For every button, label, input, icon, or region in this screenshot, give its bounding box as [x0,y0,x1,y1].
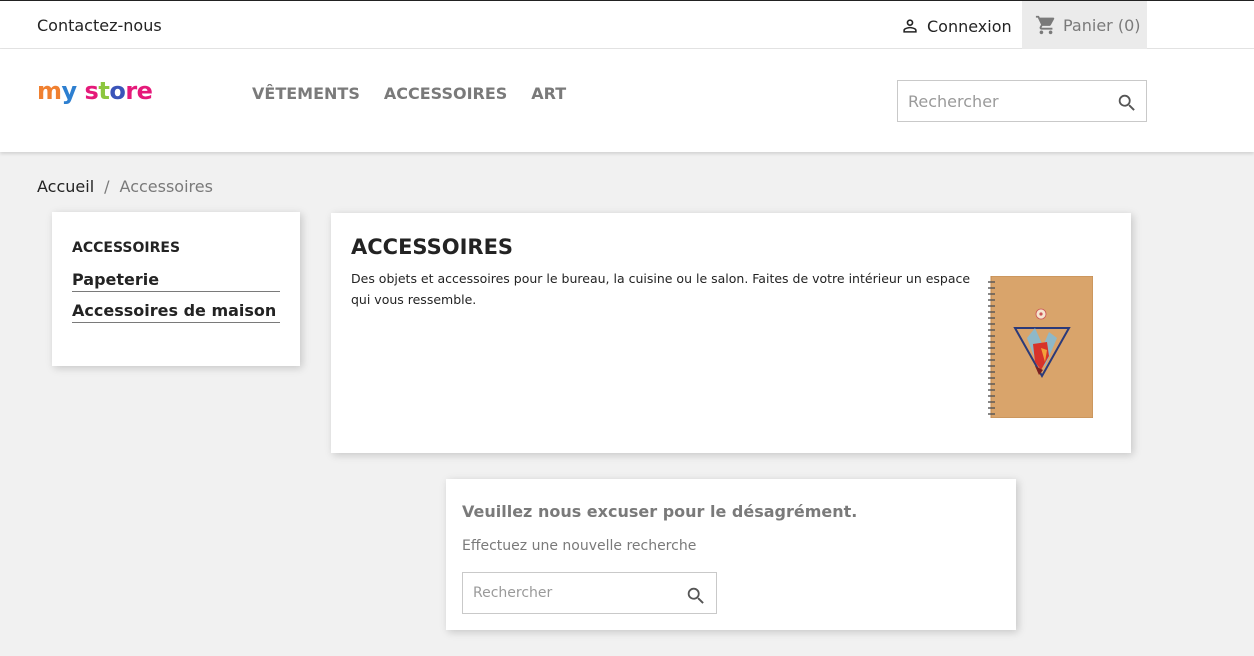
search-icon[interactable] [1116,92,1138,114]
store-logo[interactable]: my store [37,79,153,103]
breadcrumb: Accueil / Accessoires [37,177,213,196]
breadcrumb-separator: / [104,177,110,196]
search-icon[interactable] [685,585,707,607]
sidebar-title[interactable]: ACCESSOIRES [72,240,280,256]
no-results-search [462,572,717,614]
no-results-text: Effectuez une nouvelle recherche [462,538,697,554]
cart-label: Panier (0) [1063,15,1141,35]
breadcrumb-current: Accessoires [119,177,213,196]
menu-item-accessoires[interactable]: ACCESSOIRES [384,84,507,103]
category-title: ACCESSOIRES [351,235,514,259]
contact-link[interactable]: Contactez-nous [37,16,162,35]
sidebar-item-papeterie[interactable]: Papeterie [72,270,280,292]
breadcrumb-home[interactable]: Accueil [37,177,94,196]
search-input[interactable] [908,92,1108,111]
no-results-search-input[interactable] [473,585,673,601]
login-label: Connexion [927,16,1012,36]
category-image [988,276,1093,418]
person-icon [903,19,917,33]
menu-item-vetements[interactable]: VÊTEMENTS [252,84,360,103]
header-search [897,80,1147,122]
login-link[interactable]: Connexion [900,14,1012,38]
cart-button[interactable]: Panier (0) [1022,1,1147,49]
no-results-heading: Veuillez nous excuser pour le désagrémen… [462,502,858,521]
category-sidebar: ACCESSOIRES Papeterie Accessoires de mai… [52,212,300,366]
category-description: Des objets et accessoires pour le bureau… [351,271,971,307]
cart-icon [1035,15,1055,35]
top-nav: Contactez-nous Connexion Panier (0) [0,0,1254,49]
no-results-panel: Veuillez nous excuser pour le désagrémen… [446,479,1016,630]
main-menu: VÊTEMENTS ACCESSOIRES ART [252,84,566,103]
site-header: my store VÊTEMENTS ACCESSOIRES ART [0,49,1254,152]
menu-item-art[interactable]: ART [531,84,566,103]
sidebar-item-accessoires-maison[interactable]: Accessoires de maison [72,301,280,323]
